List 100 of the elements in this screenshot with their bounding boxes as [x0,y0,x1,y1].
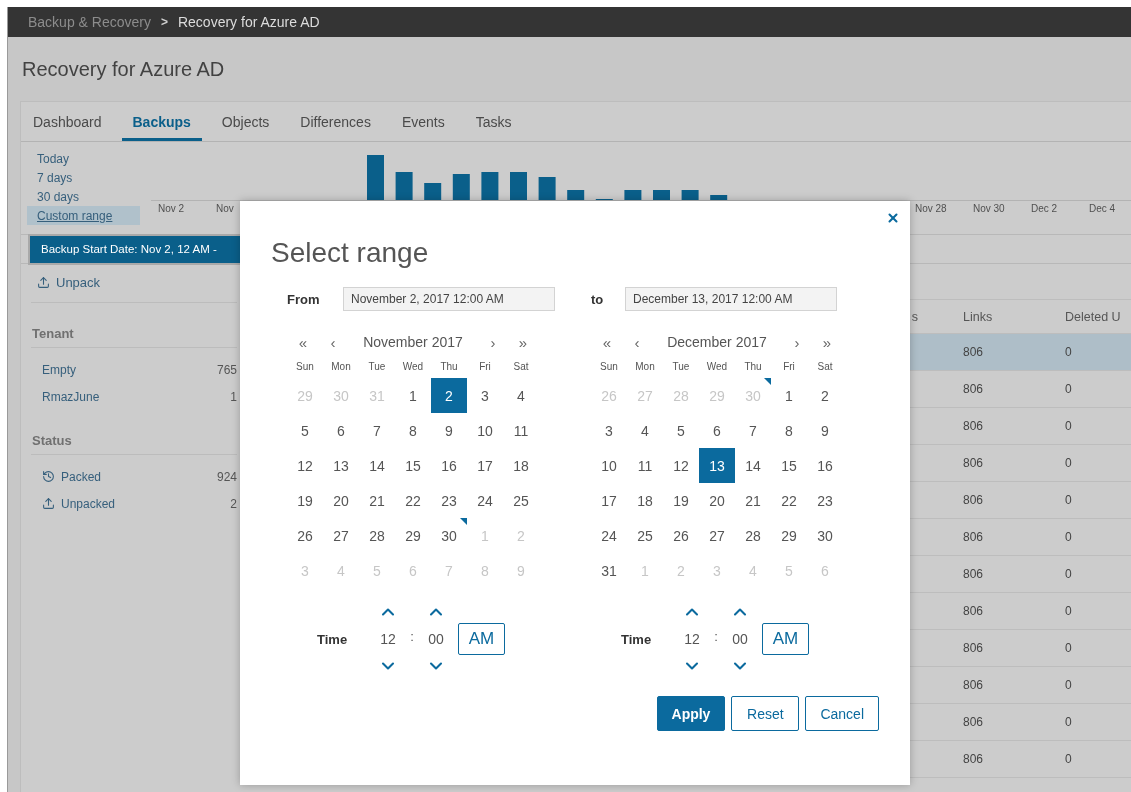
calendar-day[interactable]: 23 [807,483,843,518]
dialog-button[interactable]: Reset [731,696,800,731]
calendar-day[interactable]: 7 [359,413,395,448]
previous-month-button[interactable]: ‹ [623,333,651,351]
calendar-day[interactable]: 20 [699,483,735,518]
next-month-button[interactable]: › [783,333,811,351]
calendar-day[interactable]: 28 [735,518,771,553]
time-label: Time [621,631,653,647]
calendar-day[interactable]: 28 [359,518,395,553]
calendar-day[interactable]: 12 [663,448,699,483]
calendar-day[interactable]: 16 [807,448,843,483]
calendar-day[interactable]: 3 [591,413,627,448]
calendar-day[interactable]: 22 [395,483,431,518]
calendar-day[interactable]: 21 [359,483,395,518]
range-option[interactable]: Today [27,149,140,168]
am-pm-button[interactable]: AM [458,623,505,655]
calendar-day[interactable]: 20 [323,483,359,518]
range-option[interactable]: 30 days [27,187,140,206]
calendar-day[interactable]: 29 [395,518,431,553]
calendar-day[interactable]: 25 [503,483,539,518]
calendar-day[interactable]: 9 [431,413,467,448]
calendar-day[interactable]: 11 [503,413,539,448]
calendar-day[interactable]: 27 [323,518,359,553]
calendar-day[interactable]: 5 [287,413,323,448]
tab[interactable]: Events [390,102,456,141]
calendar-day[interactable]: 6 [323,413,359,448]
time-separator: : [409,628,415,644]
tab[interactable]: Objects [210,102,281,141]
calendar-day[interactable]: 8 [395,413,431,448]
filter-link[interactable]: Empty [42,362,211,377]
calendar-day[interactable]: 13 [323,448,359,483]
calendar-day[interactable]: 4 [503,378,539,413]
calendar-day[interactable]: 17 [467,448,503,483]
previous-year-button[interactable]: « [591,333,623,351]
calendar-day[interactable]: 14 [735,448,771,483]
calendar-day[interactable]: 30 [431,518,467,553]
calendar-day[interactable]: 15 [771,448,807,483]
breadcrumb-link[interactable]: Backup & Recovery [28,14,151,30]
range-option[interactable]: 7 days [27,168,140,187]
date-field[interactable]: December 13, 2017 12:00 AM [625,287,837,311]
calendar-day[interactable]: 27 [699,518,735,553]
calendar-day[interactable]: 2 [807,378,843,413]
unpack-button[interactable]: Unpack [31,272,107,292]
calendar-day[interactable]: 12 [287,448,323,483]
close-button[interactable] [886,211,900,225]
tab[interactable]: Backups [121,102,202,141]
calendar-day[interactable]: 18 [503,448,539,483]
calendar-day[interactable]: 23 [431,483,467,518]
calendar-day[interactable]: 17 [591,483,627,518]
calendar-day[interactable]: 21 [735,483,771,518]
calendar-day[interactable]: 10 [467,413,503,448]
calendar-day[interactable]: 10 [591,448,627,483]
calendar-day[interactable]: 13 [699,448,735,483]
calendar-day[interactable]: 26 [663,518,699,553]
apply-button[interactable]: Apply [656,696,726,731]
calendar-day[interactable]: 30 [807,518,843,553]
chart-bar [538,177,556,200]
calendar-day[interactable]: 19 [287,483,323,518]
minute-value: 00 [732,630,748,649]
calendar-day[interactable]: 1 [395,378,431,413]
calendar-day[interactable]: 1 [771,378,807,413]
previous-month-button[interactable]: ‹ [319,333,347,351]
range-option[interactable]: Custom range [27,206,140,225]
calendar-day[interactable]: 14 [359,448,395,483]
filter-link[interactable]: RmazJune [42,389,225,404]
calendar-day[interactable]: 16 [431,448,467,483]
calendar-day[interactable]: 29 [771,518,807,553]
calendar-day[interactable]: 18 [627,483,663,518]
chart-bar [510,172,527,200]
calendar-day[interactable]: 19 [663,483,699,518]
next-year-button[interactable]: » [507,333,539,351]
calendar-day[interactable]: 31 [591,553,627,588]
tab[interactable]: Dashboard [22,102,113,141]
date-field[interactable]: November 2, 2017 12:00 AM [343,287,555,311]
calendar-day[interactable]: 8 [771,413,807,448]
calendar-day[interactable]: 3 [467,378,503,413]
calendar-day[interactable]: 9 [807,413,843,448]
calendar-day[interactable]: 25 [627,518,663,553]
calendar-day[interactable]: 24 [591,518,627,553]
tab[interactable]: Differences [289,102,382,141]
calendar-day[interactable]: 4 [627,413,663,448]
calendar-day[interactable]: 22 [771,483,807,518]
tab[interactable]: Tasks [464,102,523,141]
am-pm-button[interactable]: AM [762,623,809,655]
filter-link[interactable]: Unpacked [61,496,225,511]
calendar-day[interactable]: 6 [699,413,735,448]
calendar-day[interactable]: 11 [627,448,663,483]
next-month-button[interactable]: › [479,333,507,351]
calendar-day[interactable]: 15 [395,448,431,483]
axis-label: Nov [215,203,235,214]
calendar-day[interactable]: 26 [287,518,323,553]
hour-value: 12 [684,630,700,649]
filter-link[interactable]: Packed [61,469,211,484]
dialog-button[interactable]: Cancel [805,696,879,731]
calendar-day[interactable]: 7 [735,413,771,448]
calendar-day[interactable]: 24 [467,483,503,518]
next-year-button[interactable]: » [811,333,843,351]
calendar-day[interactable]: 5 [663,413,699,448]
previous-year-button[interactable]: « [287,333,319,351]
calendar-day[interactable]: 2 [431,378,467,413]
